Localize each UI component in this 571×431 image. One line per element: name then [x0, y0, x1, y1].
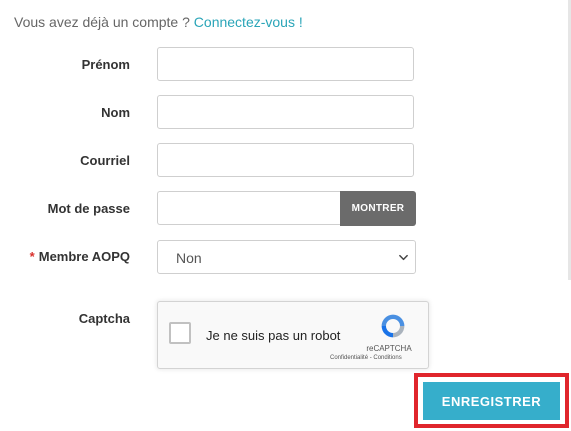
recaptcha-brand: reCAPTCHA	[366, 344, 412, 353]
register-button[interactable]: ENREGISTRER	[423, 382, 560, 420]
password-input[interactable]	[157, 191, 340, 225]
first-name-input[interactable]	[157, 47, 414, 81]
account-prompt-text: Vous avez déjà un compte ?	[14, 14, 190, 30]
last-name-input[interactable]	[157, 95, 414, 129]
required-marker: *	[29, 249, 35, 264]
recaptcha-logo-icon	[381, 314, 405, 338]
chevron-down-icon	[399, 254, 408, 261]
member-select[interactable]: Non	[157, 240, 416, 274]
password-label: Mot de passe	[47, 201, 130, 216]
account-prompt: Vous avez déjà un compte ? Connectez-vou…	[14, 14, 303, 30]
member-select-value: Non	[176, 250, 202, 266]
email-input[interactable]	[157, 143, 414, 177]
email-label: Courriel	[80, 153, 130, 168]
login-link[interactable]: Connectez-vous !	[194, 14, 303, 30]
member-label: * Membre AOPQ	[30, 249, 130, 264]
first-name-label: Prénom	[81, 57, 130, 72]
captcha-label: Captcha	[78, 311, 130, 326]
member-label-text: Membre AOPQ	[38, 249, 130, 264]
show-password-button[interactable]: MONTRER	[340, 191, 416, 226]
recaptcha-widget: Je ne suis pas un robot reCAPTCHA Confid…	[157, 301, 429, 369]
recaptcha-terms[interactable]: Confidentialité - Conditions	[330, 355, 402, 361]
last-name-label: Nom	[101, 105, 130, 120]
recaptcha-checkbox-text: Je ne suis pas un robot	[206, 328, 341, 343]
recaptcha-checkbox[interactable]	[169, 322, 191, 344]
